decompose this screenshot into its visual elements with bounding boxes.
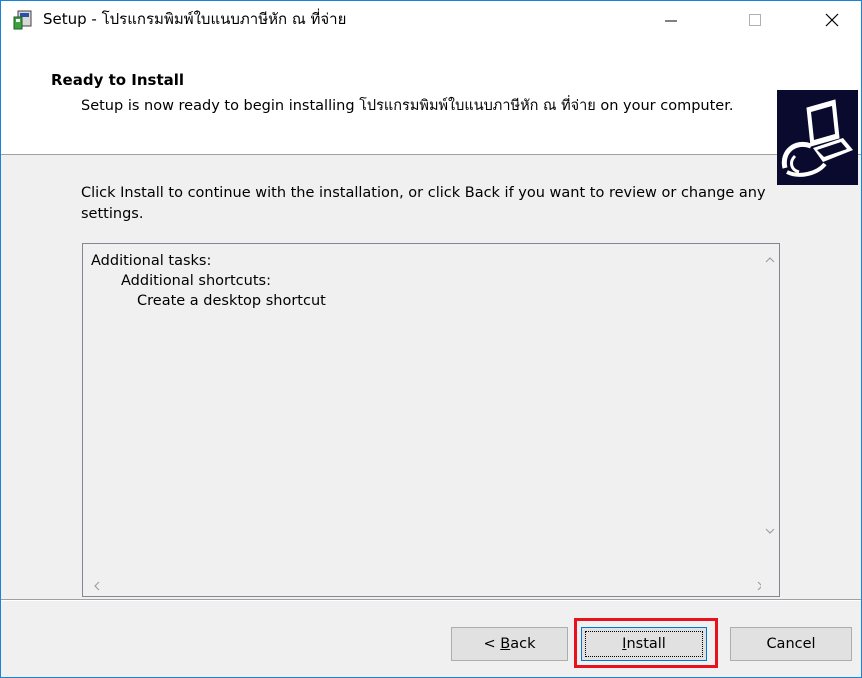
page-title: Ready to Install [51,71,185,89]
scroll-down-icon[interactable] [765,526,775,537]
button-area-divider [1,599,861,601]
close-icon [825,13,839,26]
scroll-left-icon[interactable] [93,581,100,593]
scroll-corner [761,577,779,596]
install-button[interactable]: Install [581,627,707,661]
memo-content: Additional tasks: Additional shortcuts: … [91,251,326,311]
memo-line: Create a desktop shortcut [137,293,326,309]
vertical-scrollbar[interactable] [761,244,779,578]
minimize-button[interactable] [641,1,701,38]
close-button[interactable] [802,1,862,38]
setup-window: Setup - โปรแกรมพิมพ์ใบแนบภาษีหัก ณ ที่จ่… [0,0,862,678]
back-button-label: ack [510,636,536,652]
memo-line: Additional shortcuts: [121,273,271,289]
minimize-icon [665,20,677,21]
cancel-button-label: Cancel [766,636,816,652]
cancel-button[interactable]: Cancel [730,627,852,661]
install-button-label: nstall [626,636,666,652]
memo-line: Additional tasks: [91,253,212,269]
back-button-prefix: < [483,636,501,652]
title-bar[interactable]: Setup - โปรแกรมพิมพ์ใบแนบภาษีหัก ณ ที่จ่… [1,1,861,38]
setup-app-icon [13,10,33,30]
scroll-up-icon[interactable] [765,254,775,265]
wizard-header: Ready to Install Setup is now ready to b… [1,38,861,185]
back-button-accelerator: B [500,636,511,652]
maximize-icon [749,13,761,26]
window-title: Setup - โปรแกรมพิมพ์ใบแนบภาษีหัก ณ ที่จ่… [43,10,347,28]
maximize-button[interactable] [725,1,785,38]
page-description: Setup is now ready to begin installing โ… [81,98,734,114]
horizontal-scrollbar[interactable] [83,577,763,596]
install-instructions: Click Install to continue with the insta… [81,185,766,222]
ready-memo[interactable]: Additional tasks: Additional shortcuts: … [82,243,780,597]
computer-install-icon [777,90,858,185]
back-button[interactable]: < Back [451,627,568,661]
